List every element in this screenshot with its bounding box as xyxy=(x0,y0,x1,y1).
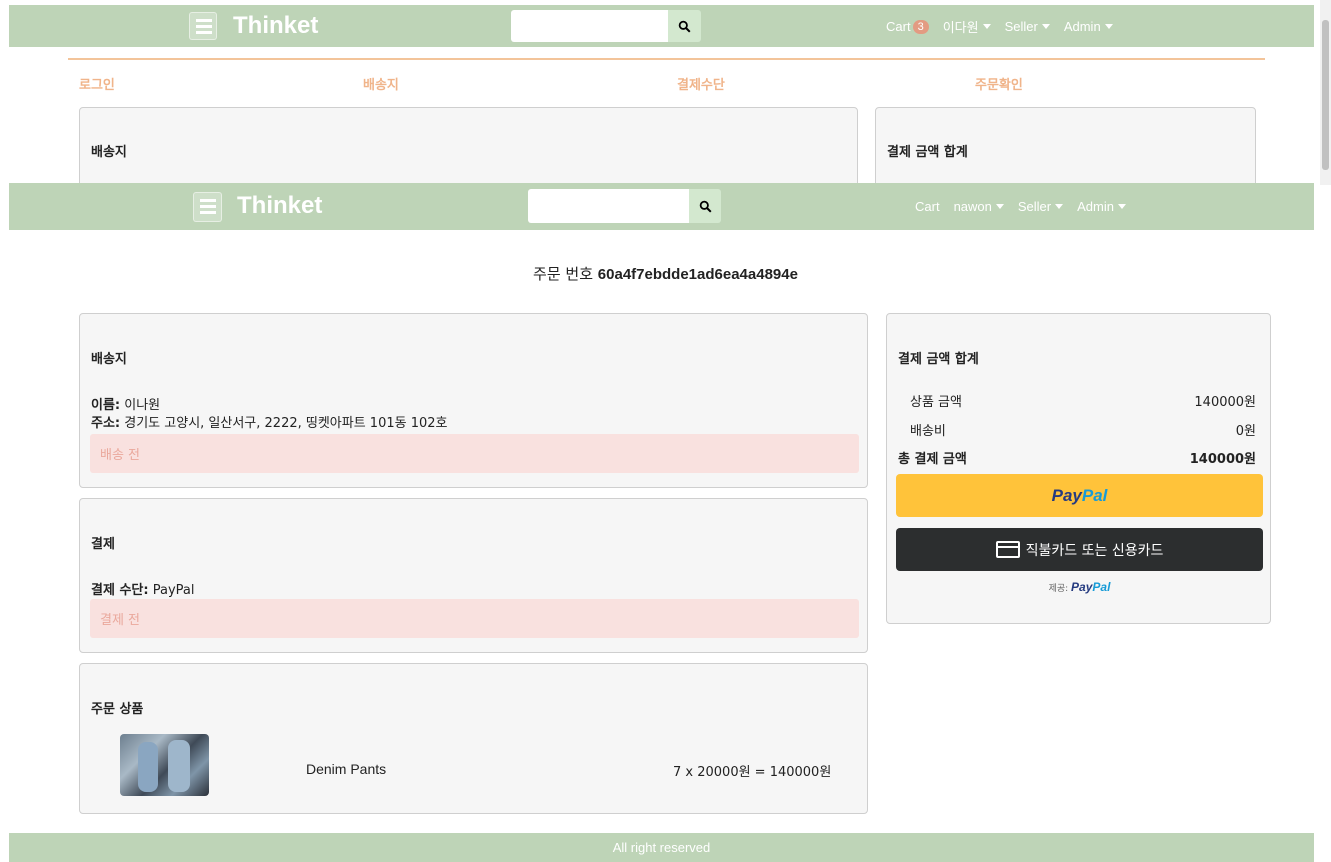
user-menu[interactable]: 이다원 xyxy=(943,17,991,36)
shipping-address: 주소: 경기도 고양시, 일산서구, 2222, 띵켓아파트 101동 102호 xyxy=(91,416,448,431)
scrollbar[interactable] xyxy=(1320,0,1331,185)
nav-links: Cart nawon Seller Admin xyxy=(915,199,1140,214)
summary-title: 결제 금액 합계 xyxy=(887,145,968,160)
paypal-logo: PayPal xyxy=(1071,580,1111,594)
search-button[interactable] xyxy=(668,10,701,42)
top-navbar: Thinket Cart nawon Seller Admin xyxy=(9,183,1314,230)
shipping-title: 배송지 xyxy=(91,145,127,160)
search-button[interactable] xyxy=(689,189,721,223)
payment-status-alert: 결제 전 xyxy=(90,599,859,638)
user-menu[interactable]: nawon xyxy=(954,199,1004,214)
menu-icon[interactable] xyxy=(193,192,222,222)
scrollbar-thumb[interactable] xyxy=(1322,20,1329,170)
order-id: 60a4f7ebdde1ad6ea4a4894e xyxy=(597,266,798,283)
step-payment[interactable]: 결제수단 xyxy=(677,74,725,93)
payment-method: 결제 수단: PayPal xyxy=(91,583,195,598)
order-items-card: 주문 상품 Denim Pants 7 x 20000원 = 140000원 xyxy=(79,663,868,814)
payment-title: 결제 xyxy=(91,537,115,552)
nav-links-back: Cart 3 이다원 Seller Admin xyxy=(886,17,1127,36)
product-name-link[interactable]: Denim Pants xyxy=(306,761,386,777)
order-items-title: 주문 상품 xyxy=(91,702,144,717)
search-input[interactable] xyxy=(511,10,668,42)
admin-menu[interactable]: Admin xyxy=(1077,199,1126,214)
search-icon xyxy=(678,20,691,32)
top-navbar-back: Thinket Cart 3 이다원 Seller Admin xyxy=(9,5,1314,47)
summary-row-shipping: 배송비 0원 xyxy=(910,424,1256,439)
paypal-button[interactable]: Pay Pal xyxy=(896,474,1263,517)
caret-down-icon xyxy=(1104,24,1113,29)
footer: All right reserved xyxy=(9,833,1314,862)
step-confirm[interactable]: 주문확인 xyxy=(975,74,1023,93)
debit-credit-card-button[interactable]: 직불카드 또는 신용카드 xyxy=(896,528,1263,571)
order-number-heading: 주문 번호 60a4f7ebdde1ad6ea4a4894e xyxy=(533,265,798,283)
seller-menu[interactable]: Seller xyxy=(1018,199,1064,214)
shipping-card: 배송지 이름: 이나원 주소: 경기도 고양시, 일산서구, 2222, 띵켓아… xyxy=(79,313,868,488)
shipping-status-alert: 배송 전 xyxy=(90,434,859,473)
caret-down-icon xyxy=(1055,204,1064,209)
brand-logo[interactable]: Thinket xyxy=(233,12,318,40)
summary-card-back: 결제 금액 합계 xyxy=(875,107,1256,185)
payment-card: 결제 결제 수단: PayPal 결제 전 xyxy=(79,498,868,653)
search-input[interactable] xyxy=(528,189,689,223)
background-screenshot: Thinket Cart 3 이다원 Seller Admin 로그인 배송지 결… xyxy=(0,0,1331,185)
cart-count-badge: 3 xyxy=(912,19,929,34)
admin-menu[interactable]: Admin xyxy=(1064,19,1113,34)
summary-row-subtotal: 상품 금액 140000원 xyxy=(910,395,1256,410)
step-shipping[interactable]: 배송지 xyxy=(363,74,399,93)
caret-down-icon xyxy=(995,204,1004,209)
shipping-name: 이름: 이나원 xyxy=(91,398,161,413)
menu-icon[interactable] xyxy=(189,12,217,40)
step-login[interactable]: 로그인 xyxy=(79,74,115,93)
seller-menu[interactable]: Seller xyxy=(1005,19,1050,34)
shipping-card-back: 배송지 xyxy=(79,107,858,185)
order-summary-card: 결제 금액 합계 상품 금액 140000원 배송비 0원 총 결제 금액 14000… xyxy=(886,313,1271,624)
caret-down-icon xyxy=(1117,204,1126,209)
product-image[interactable] xyxy=(120,734,209,796)
caret-down-icon xyxy=(1041,24,1050,29)
page: Thinket Cart 3 이다원 Seller Admin 로그인 배송지 결… xyxy=(0,0,1331,862)
summary-row-total: 총 결제 금액 140000원 xyxy=(898,452,1256,467)
cart-link[interactable]: Cart xyxy=(915,199,940,214)
brand-logo[interactable]: Thinket xyxy=(237,192,322,220)
cart-link[interactable]: Cart 3 xyxy=(886,19,929,34)
credit-card-icon xyxy=(995,541,1020,558)
caret-down-icon xyxy=(982,24,991,29)
summary-title: 결제 금액 합계 xyxy=(898,352,979,367)
checkout-steps-line xyxy=(68,58,1265,60)
product-price-line: 7 x 20000원 = 140000원 xyxy=(673,765,832,780)
search-icon xyxy=(699,200,711,212)
powered-by-paypal: 제공: PayPal xyxy=(1048,580,1111,594)
shipping-title: 배송지 xyxy=(91,352,127,367)
